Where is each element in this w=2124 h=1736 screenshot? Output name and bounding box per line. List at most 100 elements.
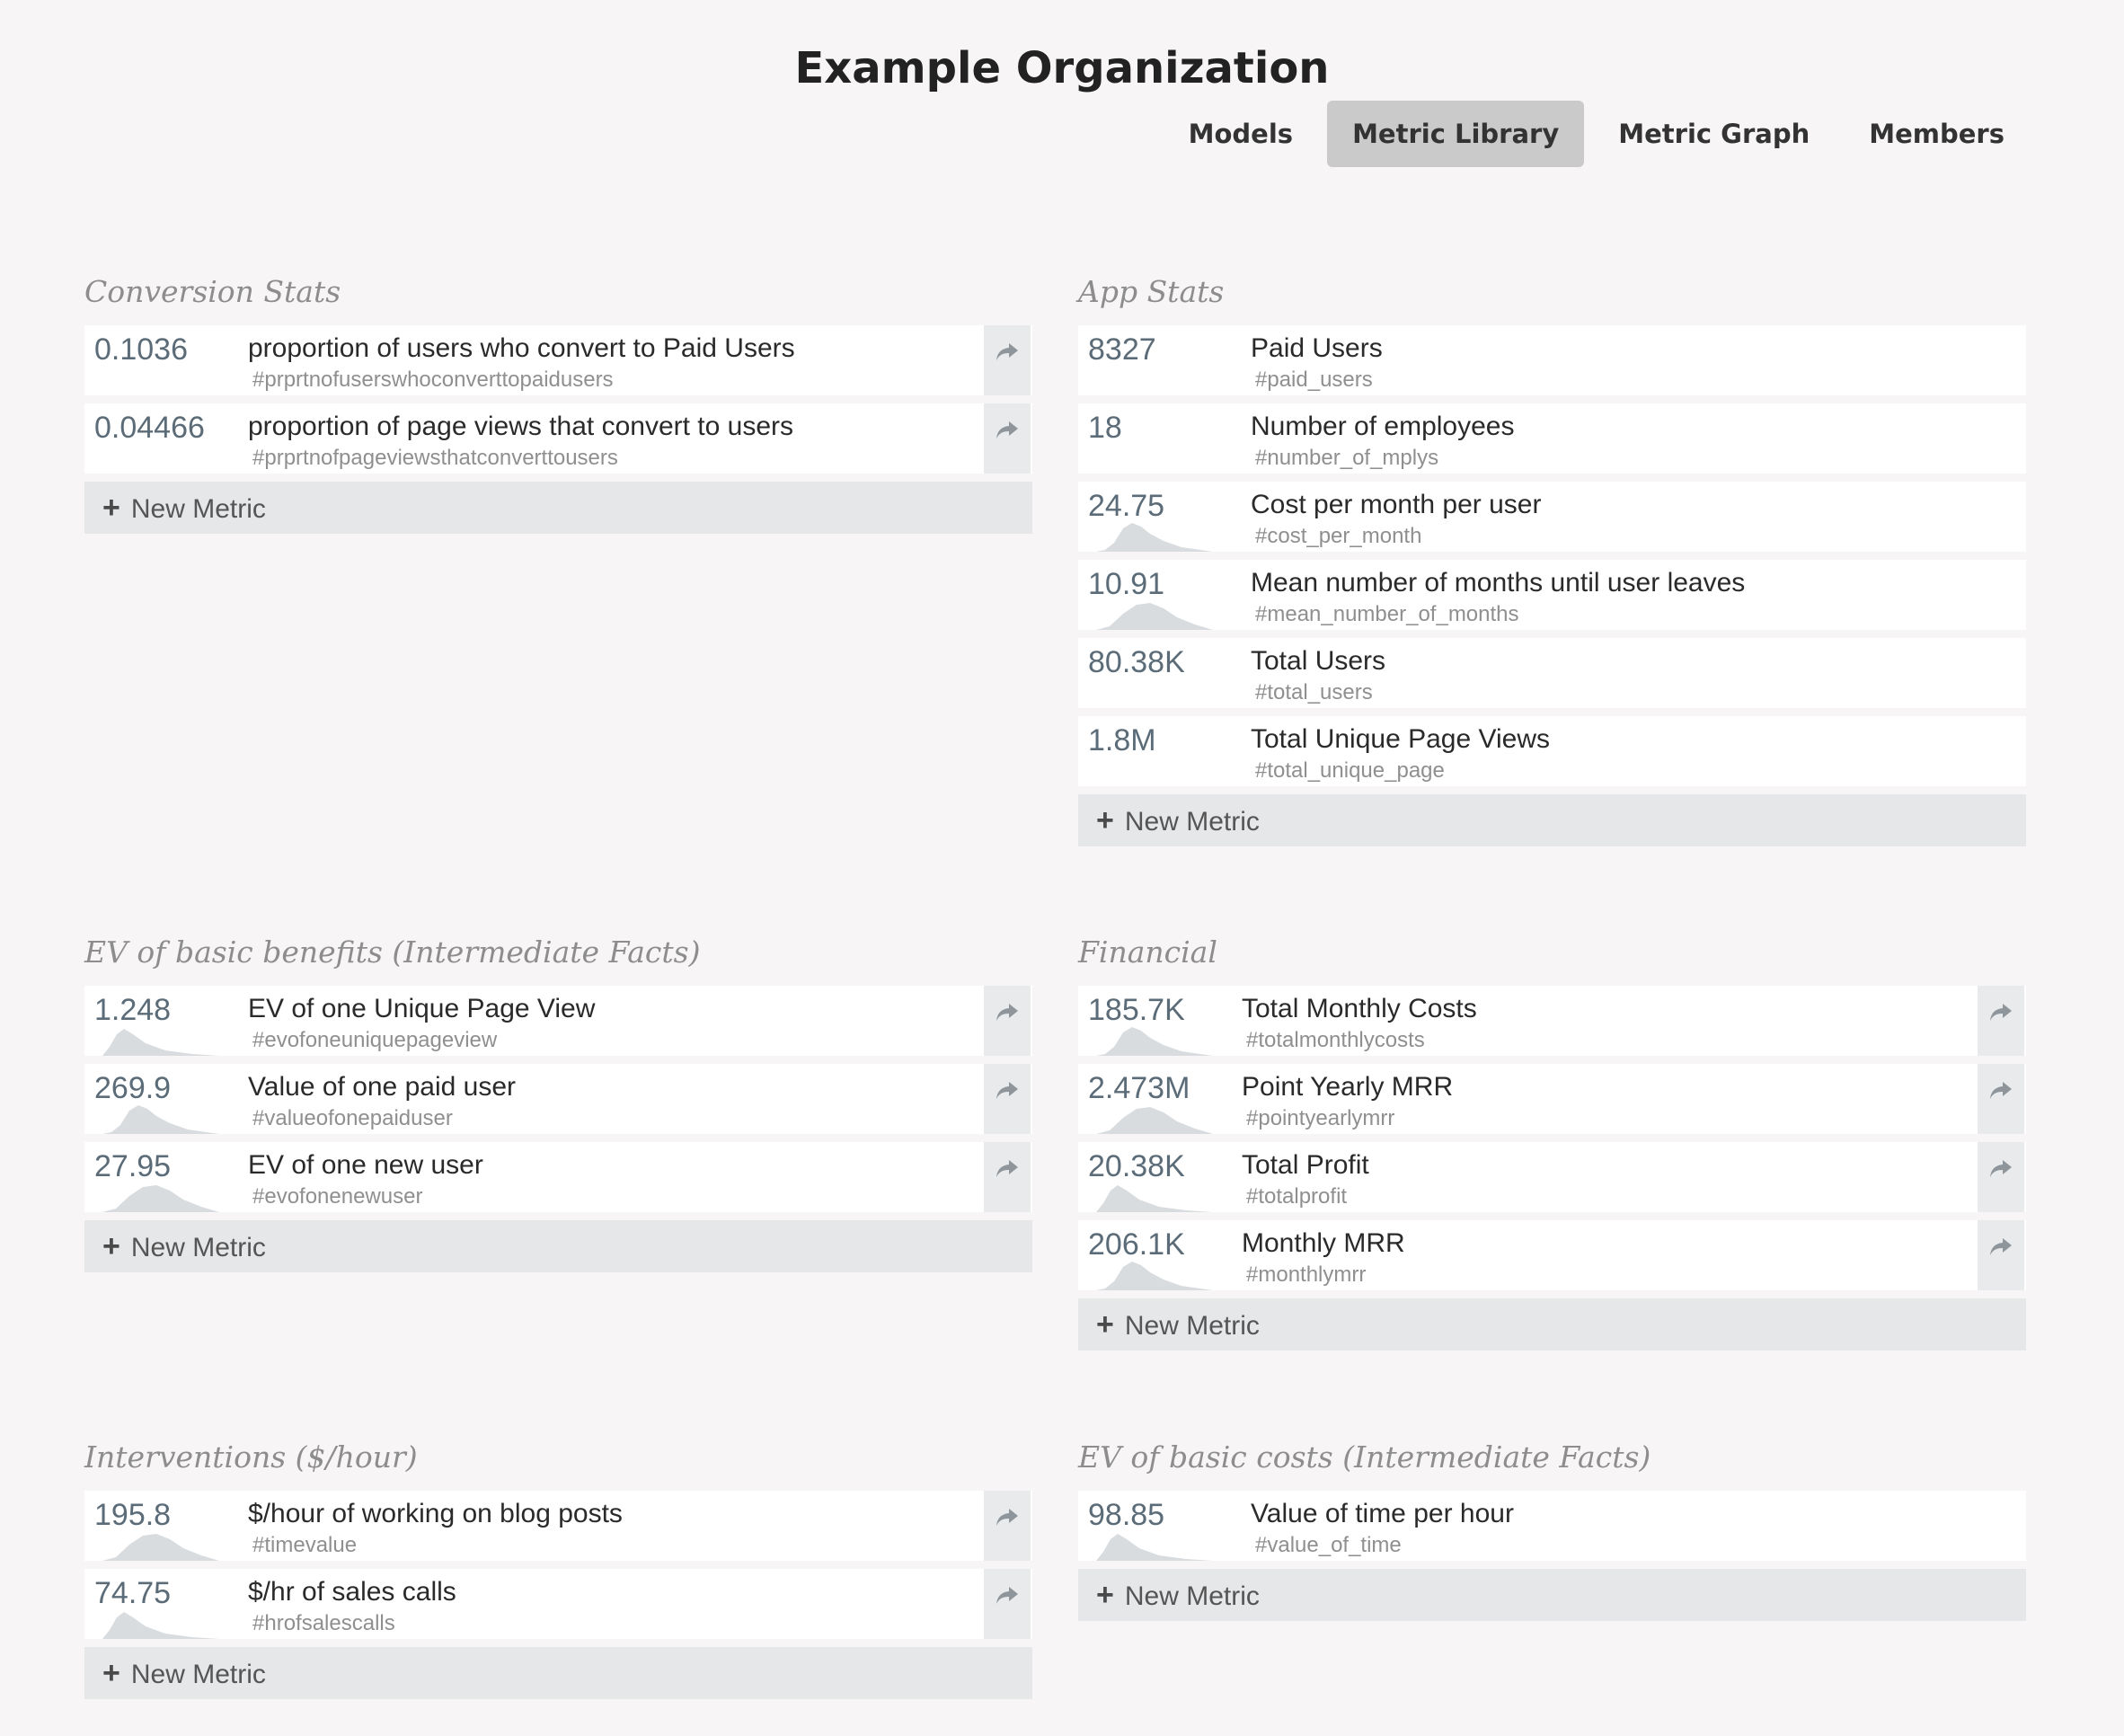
metric-label: EV of one Unique Page View (248, 994, 596, 1023)
tab-models[interactable]: Models (1164, 101, 1318, 167)
new-metric-button[interactable]: + New Metric (84, 1220, 1032, 1272)
new-metric-button[interactable]: + New Metric (84, 482, 1032, 534)
metric-label: Total Users (1251, 646, 1386, 676)
metric-label: EV of one new user (248, 1150, 483, 1180)
metric-section: EV of basic benefits (Intermediate Facts… (84, 930, 1032, 1272)
share-button[interactable] (984, 403, 1031, 474)
metric-label: Total Unique Page Views (1251, 724, 1550, 754)
share-arrow-icon (996, 1509, 1018, 1526)
metric-label: Monthly MRR (1242, 1228, 1405, 1258)
metric-id: #monthlymrr (1246, 1262, 1367, 1287)
new-metric-button[interactable]: + New Metric (1078, 1298, 2026, 1351)
metric-row[interactable]: 8327 Paid Users #paid_users (1078, 325, 2026, 395)
new-metric-label: New Metric (130, 1233, 266, 1262)
metric-value: 10.91 (1088, 567, 1165, 601)
tab-metric-graph[interactable]: Metric Graph (1593, 101, 1835, 167)
metric-value: 206.1K (1088, 1227, 1185, 1262)
share-arrow-icon (996, 1004, 1018, 1021)
metric-id: #mean_number_of_months (1255, 602, 1519, 626)
sparkline-area (1096, 1534, 1213, 1561)
share-button[interactable] (1978, 986, 2024, 1056)
new-metric-button[interactable]: + New Metric (84, 1647, 1032, 1699)
metric-row[interactable]: 18 Number of employees #number_of_mplys (1078, 403, 2026, 474)
share-button[interactable] (984, 1142, 1031, 1212)
metric-id: #total_users (1255, 680, 1373, 704)
metric-id: #evofonenewuser (252, 1184, 423, 1209)
sparkline-area (1096, 523, 1213, 552)
metric-row[interactable]: 27.95 EV of one new user #evofonenewuser (84, 1142, 1032, 1212)
metric-row[interactable]: 1.248 EV of one Unique Page View #evofoneu… (84, 986, 1032, 1056)
new-metric-button[interactable]: + New Metric (1078, 1569, 2026, 1621)
metric-id: #timevalue (252, 1533, 358, 1557)
metric-row[interactable]: 185.7K Total Monthly Costs #totalmonthlyco… (1078, 986, 2026, 1056)
metric-row[interactable]: 0.04466 proportion of page views that con… (84, 403, 1032, 474)
metric-row[interactable]: 20.38K Total Profit #totalprofit (1078, 1142, 2026, 1212)
page-title: Example Organization (794, 43, 1330, 93)
sparkline-area (102, 1105, 219, 1134)
metric-id: #pointyearlymrr (1246, 1106, 1395, 1130)
metric-row[interactable]: 10.91 Mean number of months until user le… (1078, 560, 2026, 630)
top-nav: Models Metric Library Metric Graph Membe… (1164, 101, 2030, 167)
share-button[interactable] (984, 1569, 1031, 1639)
sparkline-area (1096, 1107, 1213, 1134)
share-arrow-icon (996, 1160, 1018, 1177)
metric-value: 74.75 (94, 1576, 172, 1610)
metric-row[interactable]: 98.85 Value of time per hour #value_of_tim… (1078, 1491, 2026, 1561)
metric-row[interactable]: 206.1K Monthly MRR #monthlymrr (1078, 1220, 2026, 1290)
sparkline-area (1096, 1262, 1213, 1290)
share-arrow-icon (1990, 1238, 2012, 1255)
share-button[interactable] (984, 1491, 1031, 1561)
share-arrow-icon (996, 421, 1018, 438)
metric-value: 18 (1088, 411, 1122, 445)
tab-metric-library[interactable]: Metric Library (1327, 101, 1585, 167)
metric-id: #paid_users (1255, 368, 1373, 392)
sparkline-area (102, 1612, 219, 1639)
metric-label: Total Profit (1242, 1150, 1369, 1180)
metric-label: Cost per month per user (1251, 490, 1542, 519)
metric-row[interactable]: 195.8 $/hour of working on blog posts #tim… (84, 1491, 1032, 1561)
new-metric-label: New Metric (1124, 807, 1260, 837)
plus-icon: + (102, 1656, 120, 1690)
section-title: Conversion Stats (84, 274, 341, 309)
new-metric-label: New Metric (130, 1660, 266, 1689)
metric-row[interactable]: 269.9 Value of one paid user #valueofonepa… (84, 1064, 1032, 1134)
share-button[interactable] (984, 986, 1031, 1056)
share-arrow-icon (1990, 1004, 2012, 1021)
metric-id: #value_of_time (1255, 1533, 1402, 1557)
share-arrow-icon (996, 1587, 1018, 1604)
plus-icon: + (1096, 1578, 1114, 1612)
share-button[interactable] (1978, 1064, 2024, 1134)
sparkline-area (102, 1185, 219, 1212)
metric-value: 24.75 (1088, 489, 1165, 523)
section-title: Financial (1078, 934, 1217, 970)
metric-value: 27.95 (94, 1149, 172, 1183)
metric-section: Financial 185.7K Total Monthly Costs #total… (1078, 930, 2026, 1351)
section-title: App Stats (1078, 274, 1225, 309)
metric-section: Interventions ($/hour) 195.8 $/hour of wor… (84, 1435, 1032, 1699)
metric-row[interactable]: 74.75 $/hr of sales calls #hrofsalescalls (84, 1569, 1032, 1639)
metric-row[interactable]: 80.38K Total Users #total_users (1078, 638, 2026, 708)
tab-members[interactable]: Members (1844, 101, 2030, 167)
plus-icon: + (1096, 803, 1114, 837)
metric-value: 20.38K (1088, 1149, 1185, 1183)
metric-row[interactable]: 2.473M Point Yearly MRR #pointyearlymrr (1078, 1064, 2026, 1134)
metric-value: 1.248 (94, 993, 172, 1027)
metric-value: 8327 (1088, 332, 1156, 367)
metric-row[interactable]: 0.1036 proportion of users who convert to… (84, 325, 1032, 395)
share-button[interactable] (1978, 1142, 2024, 1212)
share-arrow-icon (996, 343, 1018, 360)
new-metric-button[interactable]: + New Metric (1078, 794, 2026, 846)
section-title: Interventions ($/hour) (84, 1439, 418, 1475)
metric-section: App Stats 8327 Paid Users #paid_users 18 Numb… (1078, 270, 2026, 846)
metric-row[interactable]: 1.8M Total Unique Page Views #total_unique… (1078, 716, 2026, 786)
new-metric-label: New Metric (130, 494, 266, 524)
metric-value: 80.38K (1088, 645, 1185, 679)
metric-row[interactable]: 24.75 Cost per month per user #cost_per_mo… (1078, 482, 2026, 552)
metric-value: 1.8M (1088, 723, 1156, 757)
sparkline-area (1096, 1185, 1213, 1212)
share-button[interactable] (984, 325, 1031, 395)
metric-id: #prprtnofuserswhoconverttopaidusers (252, 368, 614, 392)
share-button[interactable] (984, 1064, 1031, 1134)
share-arrow-icon (1990, 1082, 2012, 1099)
share-button[interactable] (1978, 1220, 2024, 1290)
